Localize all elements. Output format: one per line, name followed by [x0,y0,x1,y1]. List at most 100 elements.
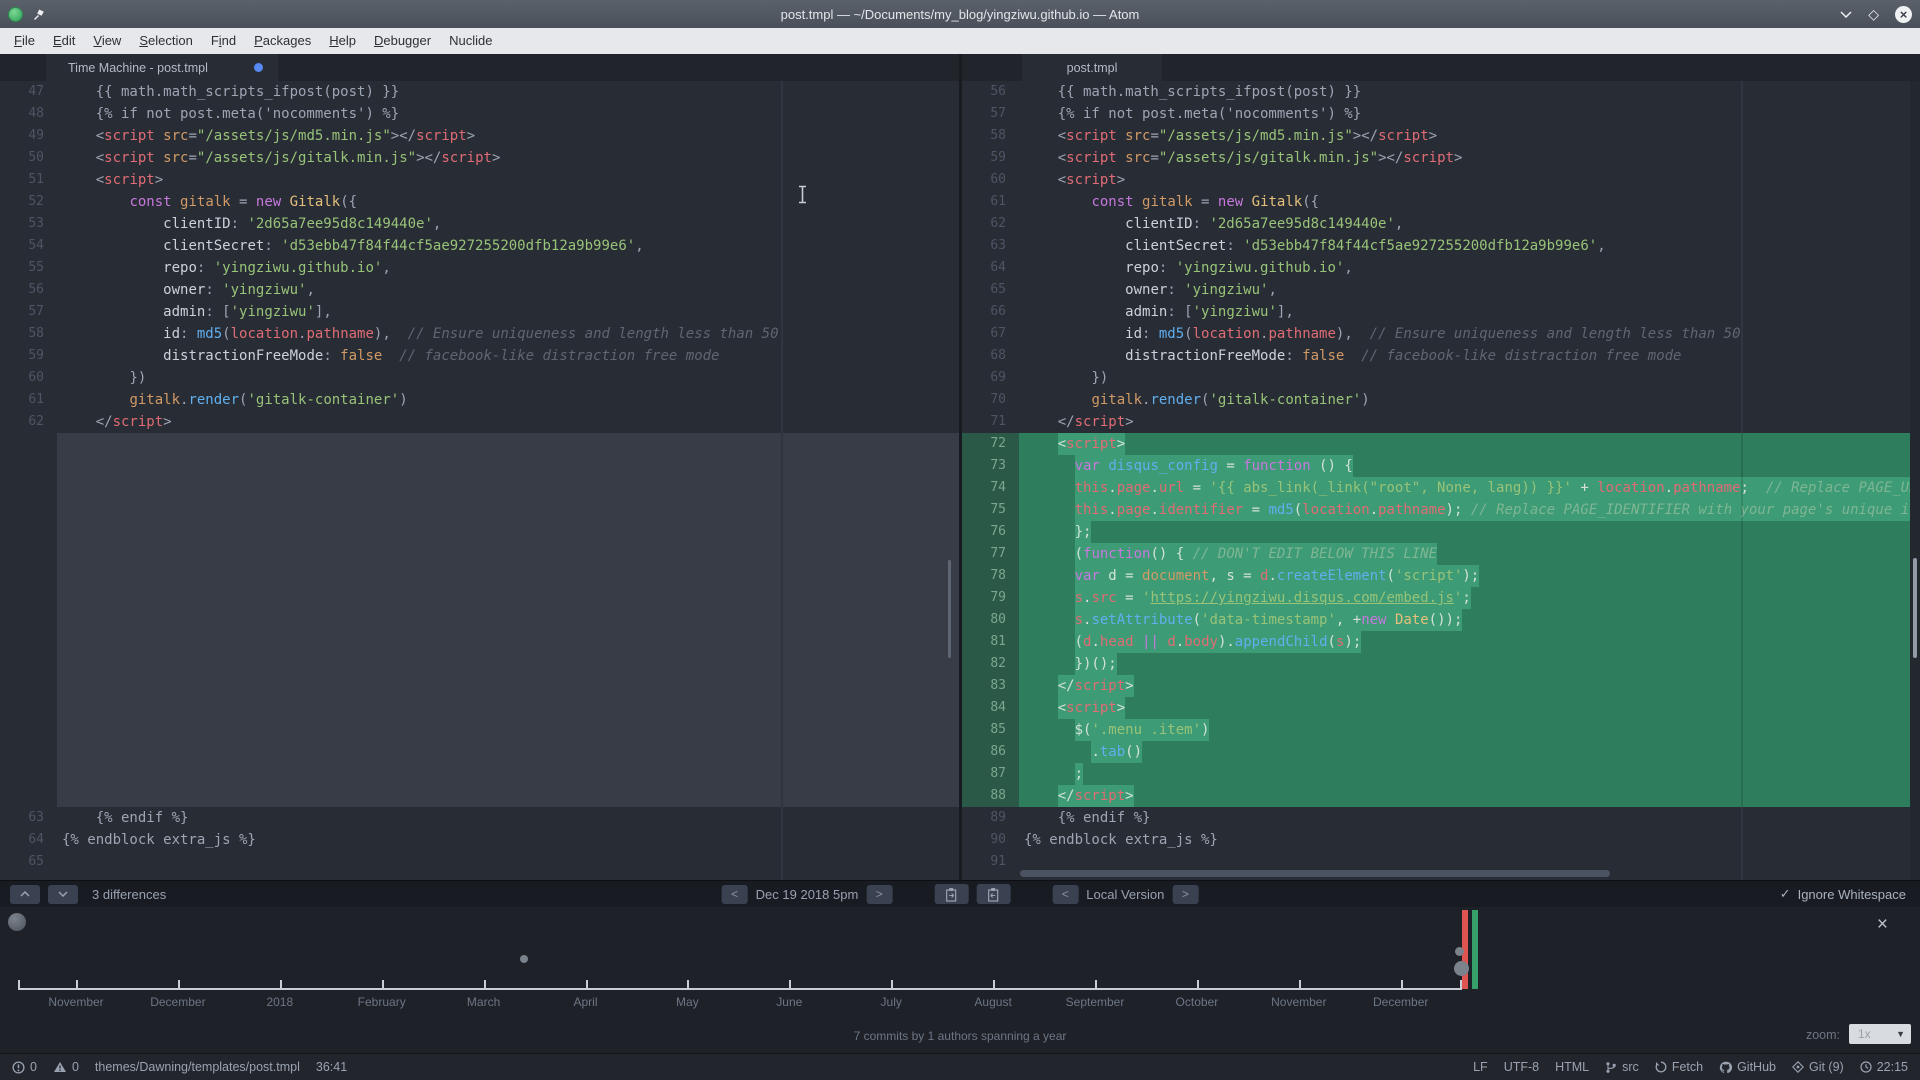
code-line-90: 90{% endblock extra_js %} [962,829,1920,851]
line-number: 91 [962,851,1019,873]
minimize-button[interactable] [1840,11,1852,18]
code-line-47: 47 {{ math.math_scripts_ifpost(post) }} [0,81,959,103]
line-number: 61 [0,389,57,411]
time-machine-timeline[interactable]: × 7 commits by 1 authors spanning a year… [0,907,1920,1053]
diagnostics-errors[interactable]: 0 [12,1060,37,1074]
editor-area: 47 {{ math.math_scripts_ifpost(post) }}4… [0,81,1920,880]
timeline-tick [1460,980,1462,988]
timeline-month-label: 2018 [266,995,293,1009]
diagnostics-warnings[interactable]: 0 [53,1060,79,1074]
menu-nuclide[interactable]: Nuclide [440,28,501,54]
timeline-current-marker-green [1472,910,1478,989]
status-lf[interactable]: LF [1473,1060,1488,1074]
prev-diff-button[interactable] [10,885,40,904]
file-path[interactable]: themes/Dawning/templates/post.tmpl [95,1060,300,1074]
split-diff-bar: 3 differences < Dec 19 2018 5pm > < Loca… [0,880,1920,907]
status-22-15[interactable]: 22:15 [1860,1060,1908,1074]
code-line-49: 49 <script src="/assets/js/md5.min.js"><… [0,125,959,147]
timeline-tick [1197,980,1199,988]
mouse-ibeam-cursor [797,185,808,204]
status-github[interactable]: GitHub [1719,1060,1776,1074]
menu-find[interactable]: Find [202,28,245,54]
status-src[interactable]: src [1605,1060,1639,1074]
next-diff-button[interactable] [48,885,78,904]
line-number: 73 [962,455,1019,477]
line-number: 79 [962,587,1019,609]
code-line-62: 62 </script> [0,411,959,433]
line-number: 52 [0,191,57,213]
status-git-9-[interactable]: Git (9) [1792,1060,1844,1074]
wrap-guide-shade [781,433,783,807]
copy-right-icon[interactable] [976,884,1010,904]
cursor-position[interactable]: 36:41 [316,1060,347,1074]
local-next-button[interactable]: > [1172,885,1198,904]
line-number: 47 [0,81,57,103]
timeline-month-label: June [776,995,802,1009]
line-number: 58 [0,323,57,345]
menu-selection[interactable]: Selection [130,28,201,54]
copy-left-icon[interactable] [934,884,968,904]
editor-pane-left[interactable]: 47 {{ math.math_scripts_ifpost(post) }}4… [0,81,959,880]
line-number: 53 [0,213,57,235]
code-line-64: 64 repo: 'yingziwu.github.io', [962,257,1920,279]
status-utf-8[interactable]: UTF-8 [1504,1060,1539,1074]
menu-help[interactable]: Help [320,28,365,54]
status-html[interactable]: HTML [1555,1060,1589,1074]
window-title: post.tmpl — ~/Documents/my_blog/yingziwu… [0,7,1920,22]
line-number: 63 [0,807,57,829]
editor-pane-right[interactable]: 56 {{ math.math_scripts_ifpost(post) }}5… [962,81,1920,880]
menu-view[interactable]: View [84,28,130,54]
check-icon: ✓ [1780,886,1791,902]
code-line-56: 56 {{ math.math_scripts_ifpost(post) }} [962,81,1920,103]
maximize-button[interactable]: ◇ [1868,6,1879,23]
code-line-53: 53 clientID: '2d65a7ee95d8c149440e', [0,213,959,235]
line-number: 71 [962,411,1019,433]
line-number: 65 [0,851,57,873]
code-line-71: 71 </script> [962,411,1920,433]
commit-dot[interactable] [1454,961,1469,976]
line-number: 56 [0,279,57,301]
zoom-select[interactable]: 1x ▼ [1849,1024,1911,1044]
scrollbar-thumb-horizontal[interactable] [1020,870,1610,877]
line-number: 72 [962,433,1019,455]
code-line-48: 48 {% if not post.meta('nocomments') %} [0,103,959,125]
timeline-tick [789,980,791,988]
scrollbar-thumb-vertical[interactable] [948,560,951,658]
menu-debugger[interactable]: Debugger [365,28,440,54]
line-number: 89 [962,807,1019,829]
code-line-74: 74 this.page.url = '{{ abs_link(_link("r… [962,477,1920,499]
status-fetch[interactable]: Fetch [1655,1060,1703,1074]
older-revision-button[interactable]: < [722,885,748,904]
timeline-month-label: October [1176,995,1219,1009]
timeline-tick [1401,980,1403,988]
menu-edit[interactable]: Edit [44,28,84,54]
warning-icon [53,1061,67,1073]
scrollbar-track-vertical[interactable] [1910,81,1920,880]
close-button[interactable]: × [1895,6,1912,23]
tab-post-tmpl[interactable]: post.tmpl [1022,54,1162,81]
timeline-handle[interactable] [8,913,26,931]
tab-time-machine[interactable]: Time Machine - post.tmpl [46,54,278,81]
ignore-whitespace-toggle[interactable]: ✓ Ignore Whitespace [1780,886,1906,902]
error-icon [12,1061,25,1074]
timeline-tick [178,980,180,988]
line-number: 81 [962,631,1019,653]
code-line-87: 87 ; [962,763,1920,785]
timeline-month-label: May [676,995,699,1009]
code-line-54: 54 clientSecret: 'd53ebb47f84f44cf5ae927… [0,235,959,257]
line-number: 61 [962,191,1019,213]
commit-dot[interactable] [1455,947,1464,956]
timeline-tick [280,980,282,988]
menu-file[interactable]: File [5,28,44,54]
scrollbar-thumb-vertical[interactable] [1913,558,1917,658]
newer-revision-button[interactable]: > [866,885,892,904]
code-line-84: 84 <script> [962,697,1920,719]
local-prev-button[interactable]: < [1052,885,1078,904]
code-line-70: 70 gitalk.render('gitalk-container') [962,389,1920,411]
commit-dot[interactable] [520,955,528,963]
line-number: 64 [962,257,1019,279]
menu-packages[interactable]: Packages [245,28,320,54]
title-bar: post.tmpl — ~/Documents/my_blog/yingziwu… [0,0,1920,28]
code-line-86: 86 .tab() [962,741,1920,763]
timeline-close-icon[interactable]: × [1877,915,1888,934]
